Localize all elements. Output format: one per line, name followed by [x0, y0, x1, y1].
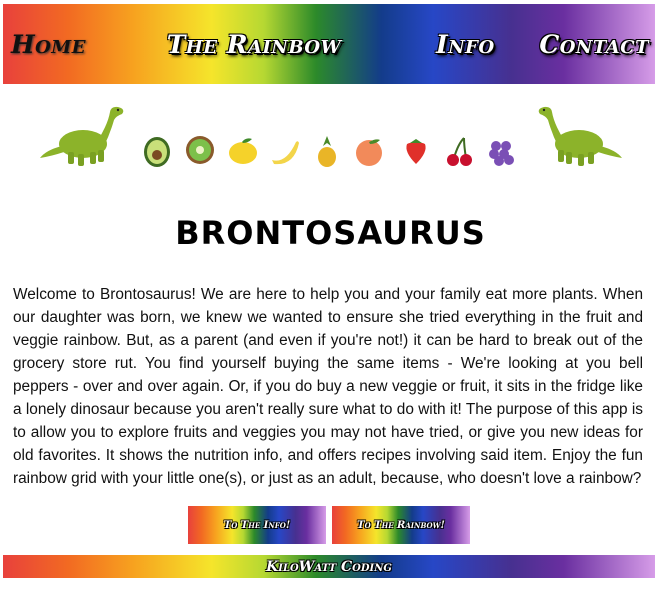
nav-home-link[interactable]: Home: [11, 30, 86, 59]
nav-info-link[interactable]: Info: [436, 30, 495, 59]
kiwi-icon: [186, 136, 214, 164]
nav-contact-link[interactable]: Contact: [539, 30, 649, 59]
top-navbar: Home The Rainbow Info Contact: [3, 4, 655, 84]
strawberry-icon: [406, 139, 426, 164]
dinosaur-icon: [40, 106, 124, 166]
banana-icon: [272, 141, 299, 165]
footer: KiloWatt Coding: [3, 555, 655, 578]
fruit-row: [140, 134, 520, 174]
avocado-icon: [144, 137, 170, 167]
peach-icon: [356, 139, 382, 166]
grapes-icon: [489, 141, 514, 166]
lemon-icon: [229, 138, 257, 164]
to-info-button[interactable]: To The Info!: [188, 506, 326, 544]
pineapple-icon: [318, 136, 336, 167]
to-rainbow-button[interactable]: To The Rainbow!: [332, 506, 470, 544]
dinosaur-icon: [538, 106, 622, 166]
footer-credit: KiloWatt Coding: [266, 558, 392, 575]
nav-rainbow-link[interactable]: The Rainbow: [167, 30, 342, 59]
page-title: BRONTOSAURUS: [175, 214, 486, 252]
cherries-icon: [447, 137, 472, 166]
intro-paragraph: Welcome to Brontosaurus! We are here to …: [13, 286, 643, 487]
